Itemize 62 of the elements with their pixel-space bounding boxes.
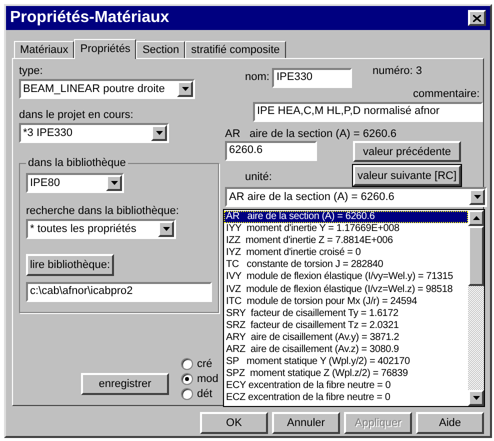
list-item[interactable]: IVY module de flexion élastique (I/vy=Wel.y) = 71315 <box>224 271 468 284</box>
radio-button[interactable] <box>181 372 193 384</box>
field-label: dans le projet en cours: <box>19 109 134 121</box>
next-value-button[interactable]: valeur suivante [RC] <box>353 165 461 186</box>
list-item[interactable]: AR aire de la section (A) = 6260.6 <box>224 211 468 224</box>
name-field[interactable]: IPE330 <box>272 68 352 88</box>
tab[interactable]: Matériaux <box>14 41 74 58</box>
radio-label: mod <box>197 372 218 384</box>
dialog-button[interactable]: OK <box>200 412 268 434</box>
list-item[interactable]: ECZ excentration de la fibre neutre = 0 <box>224 392 468 404</box>
window-title: Propriétés-Matériaux <box>10 9 170 27</box>
tab[interactable]: Propriétés <box>74 39 136 59</box>
list-item[interactable]: IZZ moment d'inertie Z = 7.8814E+006 <box>224 235 468 248</box>
radio-label: cré <box>197 358 212 370</box>
save-button[interactable]: enregistrer <box>81 373 169 395</box>
list-item[interactable]: IYZ moment d'inertie croisé = 0 <box>224 247 468 260</box>
list-item[interactable]: ARZ aire de cisaillement (Av.z) = 3080.9 <box>224 344 468 356</box>
caret-icon <box>162 227 170 231</box>
value-field[interactable]: 6260.6 <box>225 141 317 161</box>
property-caption: AR aire de la section (A) = 6260.6 <box>225 128 398 140</box>
caret-icon <box>110 181 118 185</box>
list-item[interactable]: ECY excentration de la fibre neutre = 0 <box>224 380 468 392</box>
list-item[interactable]: SPZ moment statique Z (Wpl.z/2) = 76839 <box>224 368 468 380</box>
list-item[interactable]: IYY moment d'inertie Y = 1.17669E+008 <box>224 223 468 236</box>
list-item[interactable]: SP moment statique Y (Wpl.y/2) = 402170 <box>224 356 468 368</box>
field-label: type: <box>19 65 44 77</box>
list-item[interactable]: TC constante de torsion J = 282840 <box>224 259 468 272</box>
dialog-button[interactable]: Annuler <box>272 412 340 434</box>
list-item[interactable]: SRZ facteur de cisaillement Tz = 2.0321 <box>224 320 468 332</box>
field-label: recherche dans la bibliothèque: <box>26 205 180 217</box>
radio-button[interactable] <box>181 358 193 370</box>
dropdown[interactable]: IPE80 <box>26 173 124 193</box>
radio-label: dét <box>197 388 212 400</box>
field-label: nom: <box>245 71 270 83</box>
previous-value-button[interactable]: valeur précédente <box>353 141 461 162</box>
dropdown[interactable]: *3 IPE330 <box>19 123 169 143</box>
group-title: dans la bibliothèque <box>27 157 127 169</box>
caret-icon <box>156 131 162 135</box>
dropdown[interactable]: * toutes les propriétés <box>26 219 176 239</box>
tab[interactable]: stratifié composite <box>185 41 286 58</box>
dropdown[interactable]: AR aire de la section (A) = 6260.6 <box>225 187 487 207</box>
field-label: commentaire: <box>413 88 480 100</box>
path-field[interactable]: c:\cab\afnor\icabpro2 <box>26 282 212 302</box>
close-button[interactable] <box>468 10 486 26</box>
scroll-down-icon <box>472 396 480 400</box>
caret-icon <box>474 195 480 199</box>
list-item[interactable]: IVZ module de flexion élastique (I/vz=Wel.z) = 98518 <box>224 284 468 296</box>
field-label: unité: <box>245 171 273 183</box>
number-label: numéro: 3 <box>372 65 422 77</box>
dialog-button[interactable]: Aide <box>416 412 484 434</box>
caret-icon <box>182 87 188 91</box>
read-library-button[interactable]: lire bibliothèque: <box>26 254 114 276</box>
scroll-up-icon <box>472 216 480 220</box>
tab[interactable]: Section <box>136 41 186 58</box>
close-icon <box>473 14 481 22</box>
radio-button[interactable] <box>181 388 193 400</box>
comment-field[interactable]: IPE HEA,C,M HL,P,D normalisé afnor <box>253 102 483 122</box>
list-item[interactable]: ITC module de torsion pour Mx (J/r) = 24594 <box>224 296 468 308</box>
dropdown[interactable]: BEAM_LINEAR poutre droite <box>19 79 195 99</box>
scrollbar[interactable] <box>468 210 484 406</box>
list-item[interactable]: SRY facteur de cisaillement Ty = 1.6172 <box>224 308 468 320</box>
list-item[interactable]: ARY aire de cisaillement (Av.y) = 3871.2 <box>224 332 468 344</box>
